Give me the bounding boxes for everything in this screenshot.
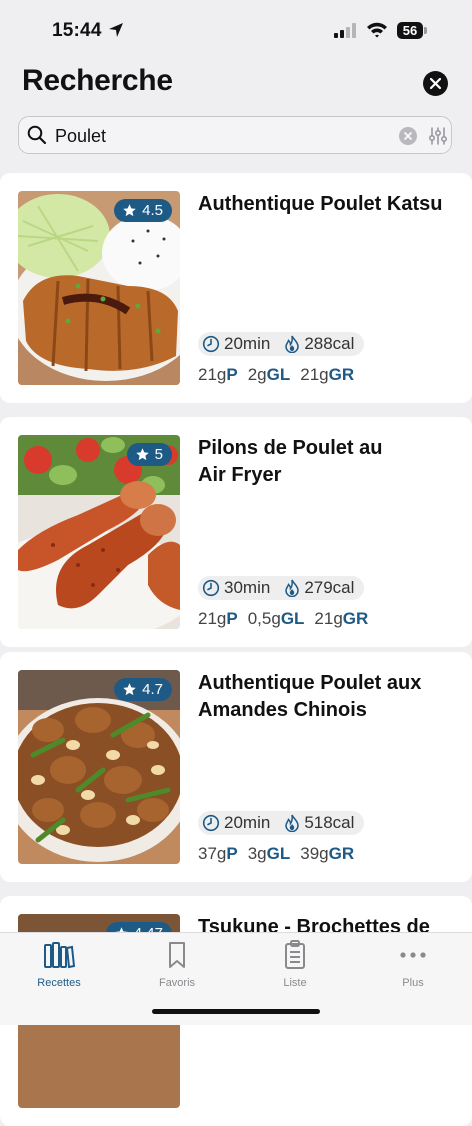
recipe-meta: 30min 279cal <box>198 576 365 600</box>
clock-icon <box>202 335 220 353</box>
clock-icon <box>202 579 220 597</box>
clear-icon <box>404 132 412 140</box>
rating-badge: 4.5 <box>114 199 172 222</box>
home-indicator <box>152 1009 320 1014</box>
recipe-card[interactable]: 4.7 Authentique Poulet aux Amandes Chino… <box>0 652 472 882</box>
rating-badge: 5 <box>126 443 172 466</box>
search-input[interactable] <box>55 123 385 149</box>
macros: 21gP 2gGL 21gGR <box>198 365 354 385</box>
tab-favoris[interactable]: Favoris <box>118 939 236 989</box>
lipid-unit: GL <box>280 609 305 628</box>
rating-value: 5 <box>154 446 163 463</box>
carb-unit: GR <box>328 844 355 863</box>
status-bar: 15:44 56 <box>0 0 472 62</box>
recipe-meta: 20min 288cal <box>198 332 365 356</box>
tab-label: Recettes <box>37 977 81 989</box>
clear-search-button[interactable] <box>399 127 417 145</box>
lipid-value: 0,5g <box>247 609 281 628</box>
status-time: 15:44 <box>52 20 102 41</box>
recipe-meta: 20min 518cal <box>198 811 365 835</box>
protein-unit: P <box>226 609 238 628</box>
tab-recettes[interactable]: Recettes <box>0 939 118 989</box>
flame-icon <box>285 579 300 597</box>
search-bar <box>18 116 452 154</box>
carb-value: 21g <box>300 365 329 384</box>
battery-level: 56 <box>397 22 423 39</box>
carb-unit: GR <box>328 365 355 384</box>
cellular-signal-icon <box>334 23 356 38</box>
protein-unit: P <box>226 365 238 384</box>
tab-liste[interactable]: Liste <box>236 939 354 989</box>
star-icon <box>123 204 136 217</box>
carb-value: 21g <box>314 609 343 628</box>
recipe-card[interactable]: 4.5 Authentique Poulet Katsu 20min 288ca… <box>0 173 472 403</box>
recipe-card[interactable]: 5 Pilons de Poulet au Air Fryer 30min 27… <box>0 417 472 647</box>
recipe-image: 4.7 <box>18 670 180 864</box>
recipe-title: Pilons de Poulet au Air Fryer <box>198 437 383 486</box>
lipid-value: 2g <box>247 365 267 384</box>
wifi-icon <box>367 22 387 38</box>
tab-plus[interactable]: Plus <box>354 939 472 989</box>
lipid-value: 3g <box>247 844 267 863</box>
clipboard-icon <box>285 940 305 969</box>
prep-time: 30min <box>224 578 271 597</box>
close-icon <box>430 78 441 89</box>
battery-icon: 56 <box>397 22 427 40</box>
calories: 288cal <box>304 334 355 353</box>
rating-value: 4.7 <box>142 681 163 698</box>
clock-icon <box>202 814 220 832</box>
carb-unit: GR <box>342 609 369 628</box>
star-icon <box>135 448 149 461</box>
lipid-unit: GL <box>266 365 291 384</box>
protein-value: 37g <box>198 844 227 863</box>
macros: 37gP 3gGL 39gGR <box>198 844 354 864</box>
search-icon <box>27 125 47 145</box>
flame-icon <box>285 335 300 353</box>
macros: 21gP 0,5gGL 21gGR <box>198 609 368 629</box>
tab-label: Liste <box>283 977 307 989</box>
star-icon <box>123 683 136 696</box>
recipe-image: 4.5 <box>18 191 180 385</box>
prep-time: 20min <box>224 334 271 353</box>
flame-icon <box>285 814 300 832</box>
carb-value: 39g <box>300 844 329 863</box>
protein-value: 21g <box>198 609 227 628</box>
books-icon <box>44 942 75 969</box>
location-arrow-icon <box>109 23 123 37</box>
calories: 518cal <box>304 813 355 832</box>
recipe-title: Authentique Poulet Katsu <box>198 193 443 215</box>
tab-label: Favoris <box>158 977 196 989</box>
lipid-unit: GL <box>266 844 291 863</box>
page-title: Recherche <box>22 64 173 97</box>
protein-unit: P <box>226 844 238 863</box>
close-button[interactable] <box>423 71 448 96</box>
rating-badge: 4.7 <box>114 678 172 701</box>
bookmark-icon <box>169 942 185 968</box>
filter-sliders-icon[interactable] <box>428 126 448 146</box>
recipe-image: 5 <box>18 435 180 629</box>
protein-value: 21g <box>198 365 227 384</box>
recipe-title: Authentique Poulet aux Amandes Chinois <box>198 672 422 721</box>
more-icon <box>400 952 426 958</box>
rating-value: 4.5 <box>142 202 163 219</box>
calories: 279cal <box>304 578 355 597</box>
tab-label: Plus <box>402 977 424 989</box>
prep-time: 20min <box>224 813 271 832</box>
